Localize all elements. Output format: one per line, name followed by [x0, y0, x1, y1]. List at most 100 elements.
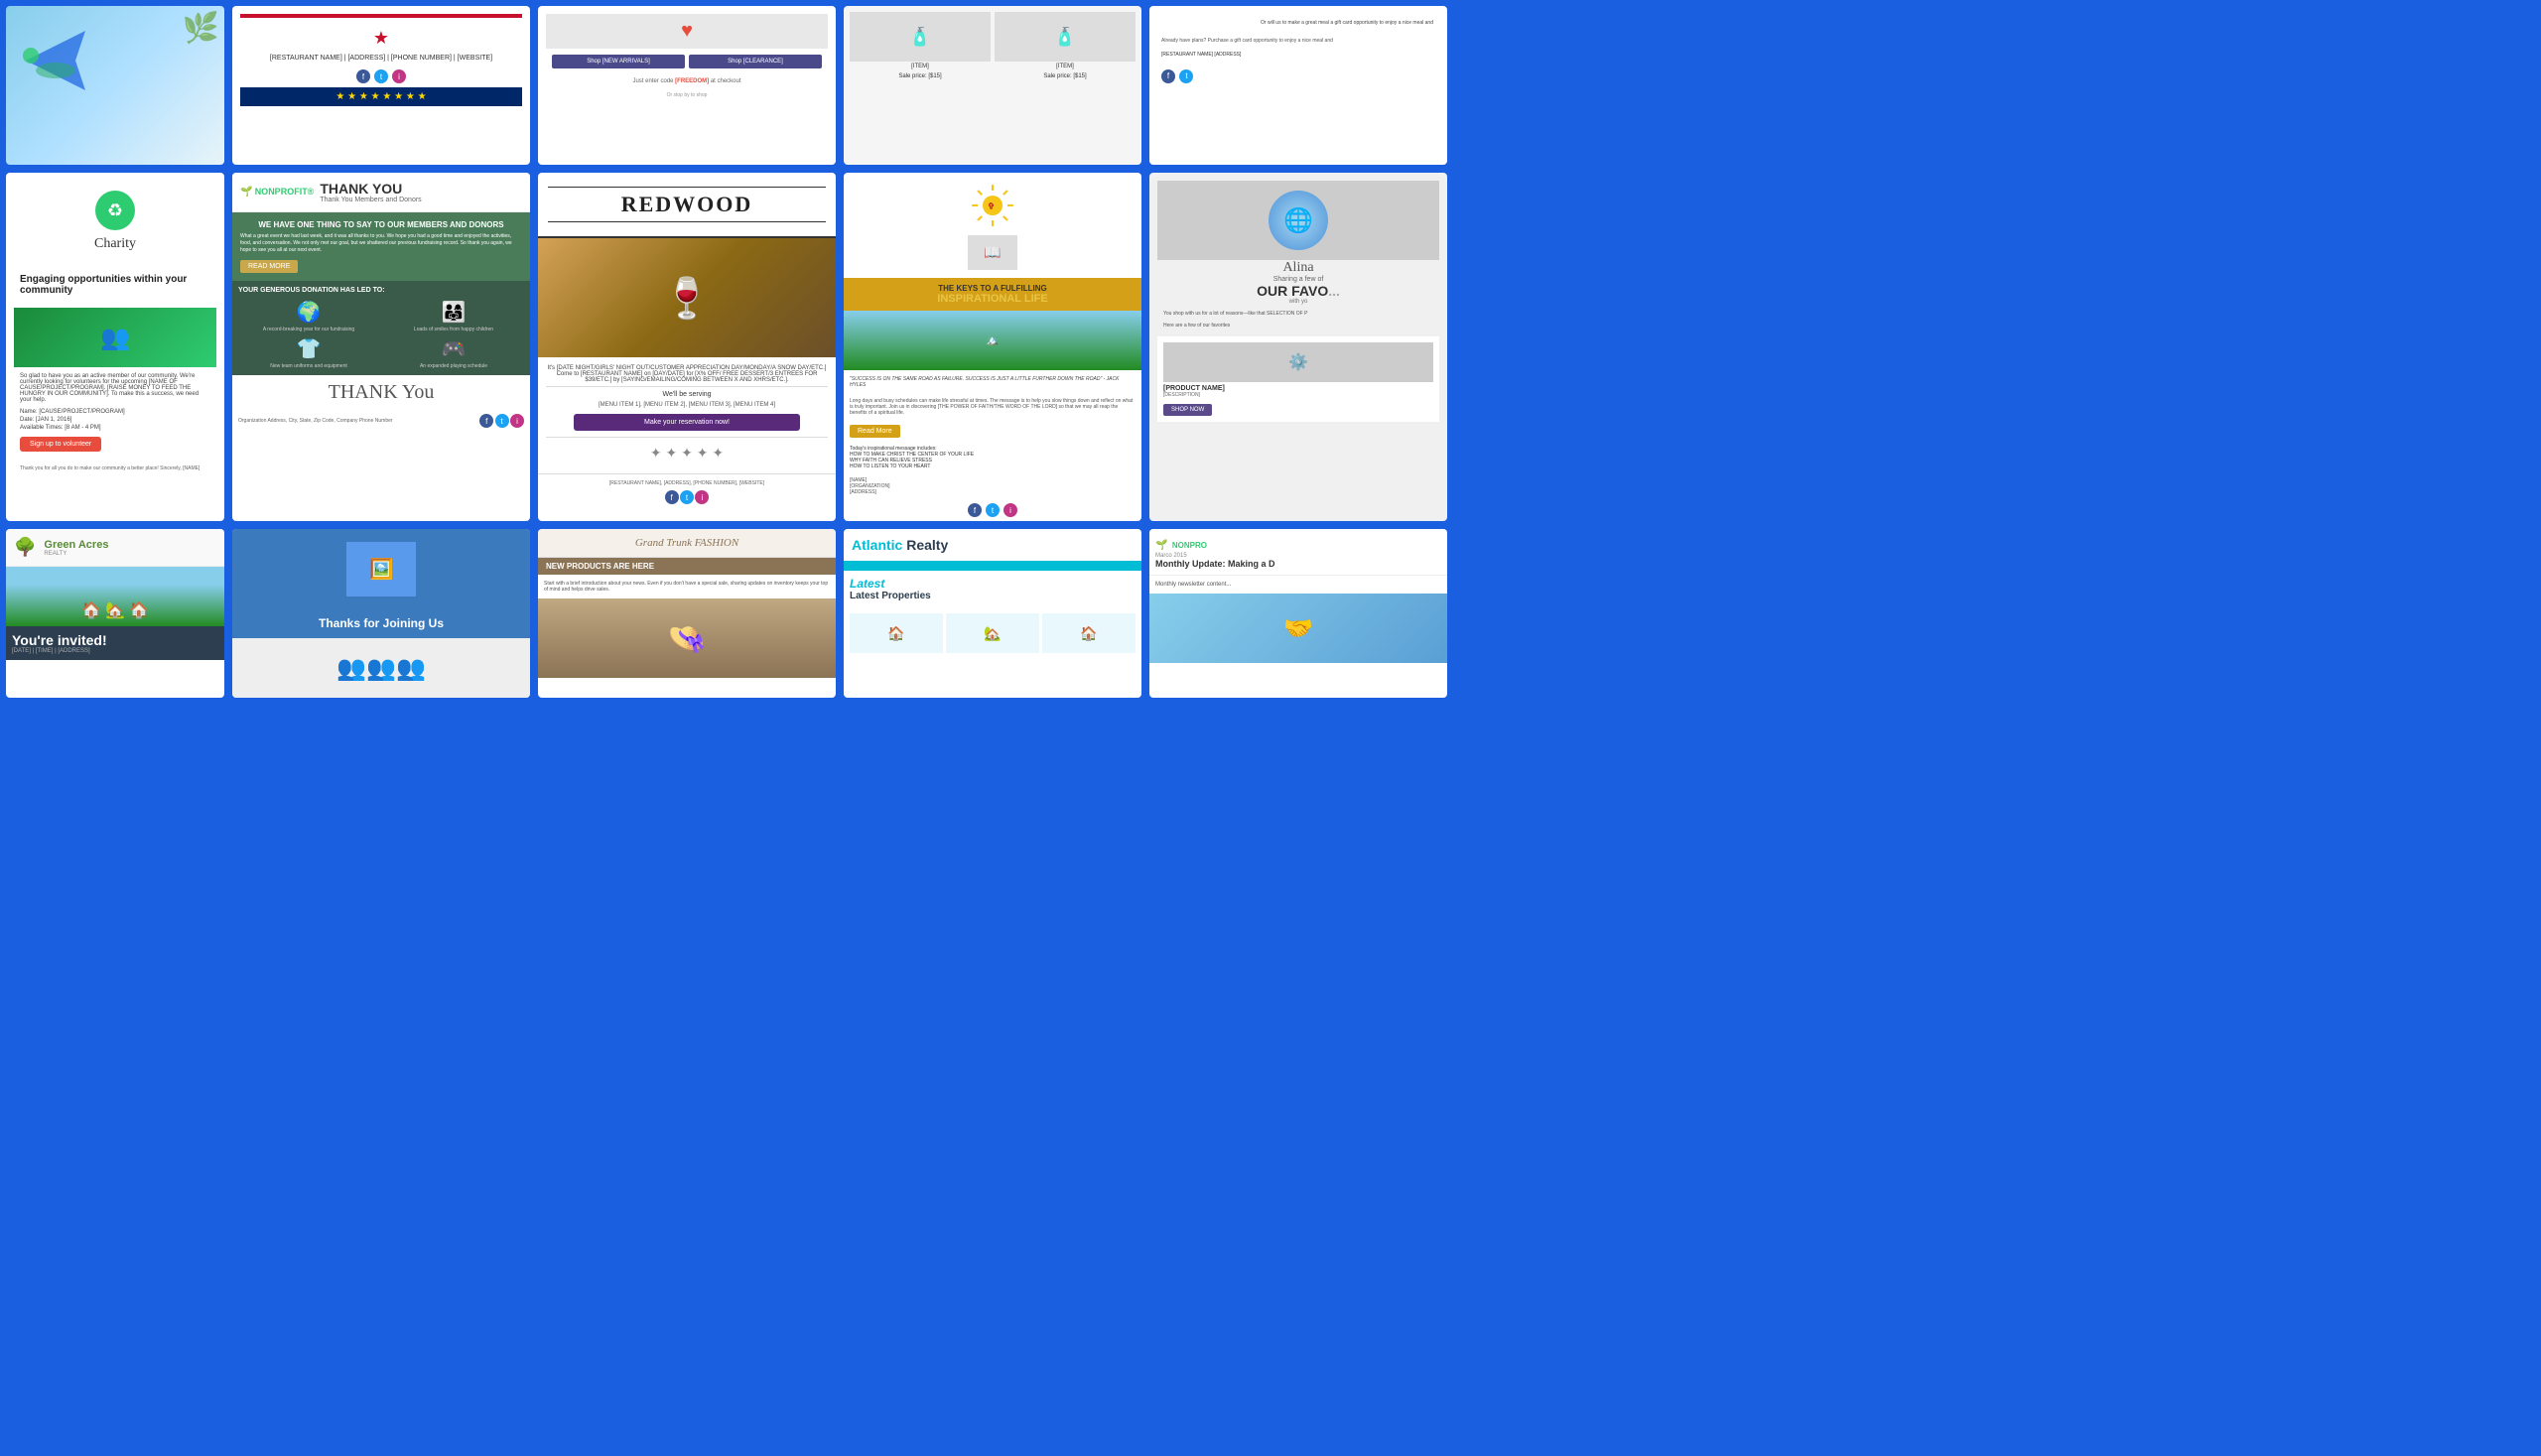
house-icon-2: 🏡: [105, 600, 125, 620]
card-redwood[interactable]: REDWOOD 🍷 It's [DATE NIGHT/GIRLS' NIGHT …: [538, 173, 836, 521]
facebook-icon-redwood[interactable]: f: [665, 490, 679, 504]
product-2: 🧴 [ITEM] Sale price: [$15]: [995, 12, 1136, 81]
product-name-favorites: [PRODUCT NAME]: [1163, 385, 1433, 392]
instagram-icon[interactable]: i: [392, 69, 406, 83]
social-row-r1c2: f t i: [240, 66, 522, 87]
card-product-sale[interactable]: 🧴 [ITEM] Sale price: [$15] 🧴 [ITEM] Sale…: [844, 6, 1141, 165]
restaurant-footer-r1c5: [RESTAURANT NAME] [ADDRESS]: [1155, 48, 1441, 62]
cause-name: Name: [CAUSE/PROJECT/PROGRAM]: [20, 409, 210, 415]
message-3: HOW TO LISTEN TO YOUR HEART: [850, 463, 1136, 469]
invited-banner: You're invited! [DATE] | [TIME] | [ADDRE…: [6, 626, 224, 660]
product-description: [DESCRIPTION]: [1163, 392, 1433, 398]
green-acres-sub: REALTY: [44, 551, 108, 557]
product-image-favorites: ⚙️: [1163, 342, 1433, 382]
twitter-icon[interactable]: t: [374, 69, 388, 83]
atlantic-house-3: 🏠: [1042, 613, 1136, 653]
redwood-title: REDWOOD: [548, 192, 826, 217]
church-messages: Today's inspirational message includes: …: [844, 442, 1141, 473]
card-newsletter-favorites[interactable]: 🌐 Alina Sharing a few of OUR FAVO... wit…: [1149, 173, 1447, 521]
instagram-icon-nonprofit[interactable]: i: [510, 414, 524, 428]
ornament: ✦ ✦ ✦ ✦ ✦: [546, 441, 828, 465]
invited-details: [DATE] | [TIME] | [ADDRESS]: [12, 648, 218, 654]
fashion-banner: NEW PRODUCTS ARE HERE: [538, 558, 836, 575]
our-favorites-title: OUR FAVO...: [1157, 283, 1439, 299]
instagram-icon-redwood[interactable]: i: [695, 490, 709, 504]
redwood-header: REDWOOD: [538, 173, 836, 238]
cause-times: Available Times: [8 AM - 4 PM]: [20, 425, 210, 431]
nonprofit-body: WE HAVE ONE THING TO SAY TO OUR MEMBERS …: [232, 212, 530, 281]
thanks-banner: Thanks for Joining Us: [232, 608, 530, 638]
product-1-price: Sale price: [$15]: [850, 71, 991, 81]
church-social: f t i: [844, 499, 1141, 521]
atlantic-header: Atlantic Realty: [844, 529, 1141, 563]
heart-icon: ♥: [552, 20, 822, 43]
gift-card-text: Or will us to make a great meal a gift c…: [1155, 12, 1441, 34]
fashion-header: Grand Trunk FASHION: [538, 529, 836, 558]
card-atlantic-realty[interactable]: Atlantic Realty Latest Latest Properties…: [844, 529, 1141, 698]
nonprofit-title: THANK YOU: [320, 181, 421, 197]
nonprofit2-title: Monthly Update: Making a D: [1155, 559, 1441, 569]
atlantic-house-2: 🏡: [946, 613, 1039, 653]
card-travel[interactable]: 🌿: [6, 6, 224, 165]
church-banner: THE KEYS TO A FULFILLING INSPIRATIONAL L…: [844, 278, 1141, 311]
church-quote: "SUCCESS IS ON THE SAME ROAD AS FAILURE.…: [844, 370, 1141, 394]
read-more-button[interactable]: READ MORE: [240, 260, 298, 273]
airplane-icon: [16, 21, 95, 100]
redwood-image: 🍷: [538, 238, 836, 357]
realty-name: Realty: [906, 537, 948, 553]
facebook-icon[interactable]: f: [356, 69, 370, 83]
restaurant-name: [RESTAURANT NAME] | [ADDRESS] | [PHONE N…: [240, 51, 522, 66]
card-fashion[interactable]: Grand Trunk FASHION NEW PRODUCTS ARE HER…: [538, 529, 836, 698]
social-row-nonprofit: f t i: [479, 414, 524, 428]
card-patriotic-restaurant[interactable]: ★ [RESTAURANT NAME] | [ADDRESS] | [PHONE…: [232, 6, 530, 165]
donation-text-3: New team uniforms and equipment: [238, 363, 379, 369]
clearance-btn[interactable]: Shop [CLEARANCE]: [689, 55, 822, 68]
product-grid: 🧴 [ITEM] Sale price: [$15] 🧴 [ITEM] Sale…: [850, 12, 1136, 81]
twitter-icon-church[interactable]: t: [986, 503, 1000, 517]
nonprofit-brand: NONPROFIT®: [255, 187, 315, 197]
nonprofit2-body: Monthly newsletter content...: [1149, 576, 1447, 594]
new-arrivals-btn[interactable]: Shop [NEW ARRIVALS]: [552, 55, 685, 68]
brand-name: Alina: [1157, 260, 1439, 276]
promo-code: [FREEDOM]: [675, 78, 709, 84]
facebook-icon-r1c5[interactable]: f: [1161, 69, 1175, 83]
church-address: [ADDRESS]: [850, 489, 1136, 495]
atlantic-latest: Latest: [850, 577, 1136, 591]
svg-text:✞: ✞: [988, 200, 995, 210]
shop-now-button[interactable]: SHOP NOW: [1163, 404, 1212, 416]
purchase-text: Already have plans? Purchase a gift card…: [1155, 34, 1441, 48]
card-nonprofit-thankyou[interactable]: 🌱 NONPROFIT® THANK YOU Thank You Members…: [232, 173, 530, 521]
charity-tagline: Engaging opportunities within your commu…: [14, 268, 216, 302]
donation-title: YOUR GENEROUS DONATION HAS LED TO:: [238, 287, 524, 294]
charity-footer: Thank you for all you do to make our com…: [14, 462, 216, 475]
card-thanks-joining[interactable]: 🖼️ Thanks for Joining Us 👥👥👥: [232, 529, 530, 698]
instagram-icon-church[interactable]: i: [1003, 503, 1017, 517]
fashion-image: 👒: [538, 598, 836, 678]
church-body: Long days and busy schedules can make li…: [844, 394, 1141, 420]
card-green-acres[interactable]: 🌳 Green Acres REALTY 🏠 🏡 🏠 You're invite…: [6, 529, 224, 698]
promo-text: Just enter code [FREEDOM] at checkout: [546, 74, 828, 88]
card-restaurant-gift[interactable]: Or will us to make a great meal a gift c…: [1149, 6, 1447, 165]
card-nonprofit-monthly[interactable]: 🌱 NONPRO Marco 2015 Monthly Update: Maki…: [1149, 529, 1447, 698]
twitter-icon-r1c5[interactable]: t: [1179, 69, 1193, 83]
card-shop-promo[interactable]: ♥ Shop [NEW ARRIVALS] Shop [CLEARANCE] J…: [538, 6, 836, 165]
twitter-icon-nonprofit[interactable]: t: [495, 414, 509, 428]
atlantic-houses: 🏠 🏡 🏠: [844, 607, 1141, 659]
divider-bottom: [546, 437, 828, 438]
bottom-divider: [548, 221, 826, 222]
card-charity[interactable]: ♻ Charity Engaging opportunities within …: [6, 173, 224, 521]
house-icon-3: 🏠: [129, 600, 149, 620]
donation-section: YOUR GENEROUS DONATION HAS LED TO: 🌍 A r…: [232, 281, 530, 375]
invited-title: You're invited!: [12, 632, 218, 648]
star-decoration: ★: [244, 28, 518, 49]
signup-button[interactable]: Sign up to volunteer: [20, 437, 101, 452]
facebook-icon-church[interactable]: f: [968, 503, 982, 517]
reservation-button[interactable]: Make your reservation now!: [574, 414, 799, 431]
card-church[interactable]: ✞ 📖 THE KEYS TO A FULFILLING INSPIRATION…: [844, 173, 1141, 521]
twitter-icon-redwood[interactable]: t: [680, 490, 694, 504]
nonprofit-body-text: What a great event we had last week, and…: [240, 233, 522, 254]
read-more-gold-button[interactable]: Read More: [850, 425, 900, 438]
facebook-icon-nonprofit[interactable]: f: [479, 414, 493, 428]
shop-buttons: Shop [NEW ARRIVALS] Shop [CLEARANCE]: [546, 49, 828, 74]
redwood-footer: [RESTAURANT NAME], [ADDRESS], [PHONE NUM…: [538, 473, 836, 510]
